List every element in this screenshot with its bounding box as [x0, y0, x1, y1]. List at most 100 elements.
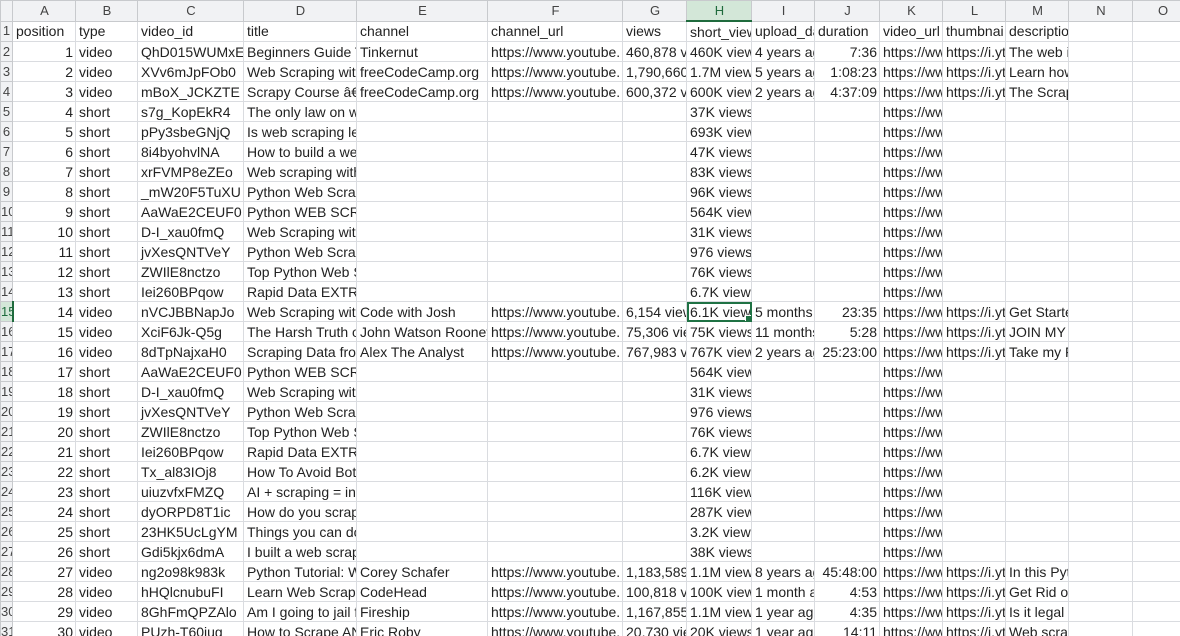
cell-a30[interactable]: 29	[12, 601, 76, 622]
row-header[interactable]: 18	[0, 361, 13, 382]
cell-j21[interactable]	[814, 421, 880, 442]
cell-c28[interactable]: ng2o98k983k	[137, 561, 244, 582]
column-header-k[interactable]: K	[879, 0, 943, 22]
cell-m14[interactable]	[1005, 281, 1069, 302]
cell-g29[interactable]: 100,818 vi	[622, 581, 687, 602]
cell-h26[interactable]: 3.2K views	[686, 521, 752, 542]
cell-a14[interactable]: 13	[12, 281, 76, 302]
cell-k24[interactable]: https://www.youtube.com/shorts/uiuzvfxFM…	[879, 481, 943, 502]
cell-e19[interactable]	[356, 381, 488, 402]
cell-a25[interactable]: 24	[12, 501, 76, 522]
cell-k6[interactable]: https://www.youtube.com/shorts/pPy3sbeGN…	[879, 121, 943, 142]
cell-h5[interactable]: 37K views	[686, 101, 752, 122]
cell-m4[interactable]: The Scrapy Beginners Cours	[1005, 81, 1069, 102]
cell-h21[interactable]: 76K views	[686, 421, 752, 442]
cell-j20[interactable]	[814, 401, 880, 422]
cell-d5[interactable]: The only law on web scraping âš–ï¸	[243, 101, 357, 122]
cell-h20[interactable]: 976 views	[686, 401, 752, 422]
cell-m29[interactable]: Get Rid of IP Blocking for jus	[1005, 581, 1069, 602]
cell-o21[interactable]	[1132, 421, 1180, 442]
cell-j14[interactable]	[814, 281, 880, 302]
cell-g8[interactable]	[622, 161, 687, 182]
cell-h4[interactable]: 600K views	[686, 81, 752, 102]
cell-j27[interactable]	[814, 541, 880, 562]
cell-c13[interactable]: ZWIlE8nctzo	[137, 261, 244, 282]
cell-h9[interactable]: 96K views	[686, 181, 752, 202]
cell-m17[interactable]: Take my Full Python Course	[1005, 341, 1069, 362]
row-header[interactable]: 1	[0, 20, 13, 42]
cell-o24[interactable]	[1132, 481, 1180, 502]
cell-e27[interactable]	[356, 541, 488, 562]
cell-o1[interactable]	[1132, 20, 1180, 42]
cell-o28[interactable]	[1132, 561, 1180, 582]
cell-j29[interactable]: 4:53	[814, 581, 880, 602]
cell-e9[interactable]	[356, 181, 488, 202]
cell-b31[interactable]: video	[75, 621, 138, 636]
cell-i19[interactable]	[751, 381, 815, 402]
cell-i5[interactable]	[751, 101, 815, 122]
cell-b1[interactable]: type	[75, 20, 138, 42]
cell-f13[interactable]	[487, 261, 623, 282]
cell-h18[interactable]: 564K views	[686, 361, 752, 382]
cell-k8[interactable]: https://www.youtube.com/shorts/xrFVMP8eZ…	[879, 161, 943, 182]
row-header[interactable]: 25	[0, 501, 13, 522]
cell-j26[interactable]	[814, 521, 880, 542]
row-header[interactable]: 13	[0, 261, 13, 282]
cell-e4[interactable]: freeCodeCamp.org	[356, 81, 488, 102]
cell-n14[interactable]	[1068, 281, 1133, 302]
cell-d19[interactable]: Web Scraping with Python Made Easy: Lear…	[243, 381, 357, 402]
cell-d17[interactable]: Scraping Data fror	[243, 341, 357, 362]
cell-n5[interactable]	[1068, 101, 1133, 122]
cell-j17[interactable]: 25:23:00	[814, 341, 880, 362]
cell-c15[interactable]: nVCJBBNapJo	[137, 301, 244, 322]
cell-k27[interactable]: https://www.youtube.com/shorts/Gdi5kjx6d…	[879, 541, 943, 562]
column-header-m[interactable]: M	[1005, 0, 1069, 22]
cell-d14[interactable]: Rapid Data EXTRACTION: Python Web Scrapi…	[243, 281, 357, 302]
cell-m1[interactable]: description	[1005, 20, 1069, 42]
cell-c27[interactable]: Gdi5kjx6dmA	[137, 541, 244, 562]
cell-i8[interactable]	[751, 161, 815, 182]
cell-g6[interactable]	[622, 121, 687, 142]
cell-l3[interactable]: https://i.yt	[942, 61, 1006, 82]
cell-a3[interactable]: 2	[12, 61, 76, 82]
cell-l14[interactable]	[942, 281, 1006, 302]
cell-h15[interactable]: 6.1K views	[686, 301, 752, 322]
cell-m28[interactable]: In this Python Programming	[1005, 561, 1069, 582]
cell-f17[interactable]: https://www.youtube.	[487, 341, 623, 362]
cell-o23[interactable]	[1132, 461, 1180, 482]
cell-m11[interactable]	[1005, 221, 1069, 242]
cell-l6[interactable]	[942, 121, 1006, 142]
cell-h19[interactable]: 31K views	[686, 381, 752, 402]
cell-h1[interactable]: short_view	[686, 20, 752, 42]
column-header-n[interactable]: N	[1068, 0, 1133, 22]
cell-f3[interactable]: https://www.youtube.	[487, 61, 623, 82]
cell-n16[interactable]	[1068, 321, 1133, 342]
cell-b12[interactable]: short	[75, 241, 138, 262]
cell-g15[interactable]: 6,154 view	[622, 301, 687, 322]
row-header[interactable]: 15	[0, 301, 14, 322]
cell-c11[interactable]: D-I_xau0fmQ	[137, 221, 244, 242]
cell-a12[interactable]: 11	[12, 241, 76, 262]
cell-k19[interactable]: https://www.youtube.com/shorts/D-I_xau0f…	[879, 381, 943, 402]
cell-i23[interactable]	[751, 461, 815, 482]
cell-c1[interactable]: video_id	[137, 20, 244, 42]
cell-i4[interactable]: 2 years ag	[751, 81, 815, 102]
cell-a23[interactable]: 22	[12, 461, 76, 482]
cell-o8[interactable]	[1132, 161, 1180, 182]
cell-g31[interactable]: 20,730 vie	[622, 621, 687, 636]
row-header[interactable]: 27	[0, 541, 13, 562]
cell-m10[interactable]	[1005, 201, 1069, 222]
cell-i24[interactable]	[751, 481, 815, 502]
row-header[interactable]: 26	[0, 521, 13, 542]
cell-n28[interactable]	[1068, 561, 1133, 582]
cell-k20[interactable]: https://www.youtube.com/shorts/jvXesQNTV…	[879, 401, 943, 422]
cell-l30[interactable]: https://i.yt	[942, 601, 1006, 622]
cell-o31[interactable]	[1132, 621, 1180, 636]
column-header-h[interactable]: H	[686, 0, 752, 22]
column-header-c[interactable]: C	[137, 0, 244, 22]
cell-h12[interactable]: 976 views	[686, 241, 752, 262]
cell-k28[interactable]: https://ww	[879, 561, 943, 582]
cell-d22[interactable]: Rapid Data EXTRACTION: Python Web Scrapi…	[243, 441, 357, 462]
row-header[interactable]: 10	[0, 201, 13, 222]
cell-b30[interactable]: video	[75, 601, 138, 622]
